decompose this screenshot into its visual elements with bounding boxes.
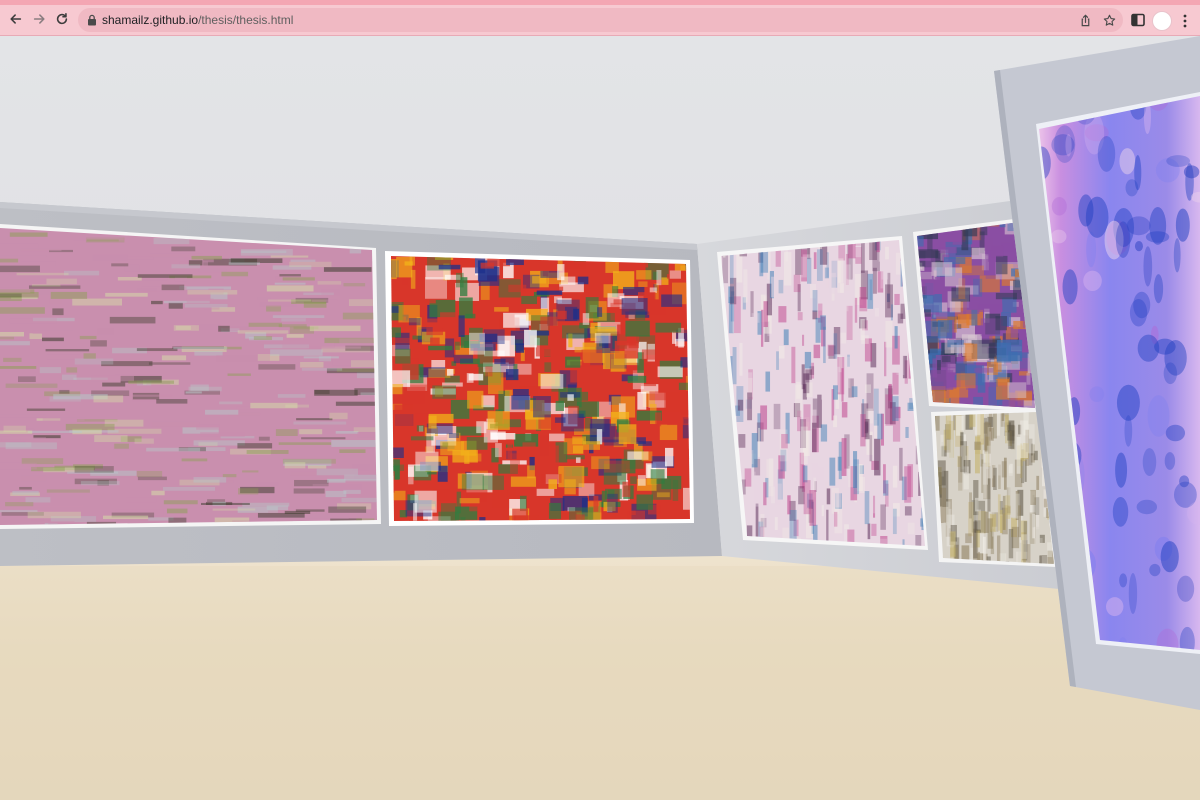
abstract-painting-multicolor-burst[interactable] [378, 248, 701, 534]
side-panel-icon[interactable] [1131, 13, 1145, 27]
abstract-painting-pink-green-horizontal[interactable] [0, 225, 402, 530]
gallery-3d-canvas[interactable] [0, 36, 1200, 800]
star-icon [1103, 14, 1115, 26]
url-host: shamailz.github.io [102, 13, 199, 27]
forward-button[interactable] [28, 8, 50, 30]
lock-icon[interactable] [87, 14, 97, 26]
share-button[interactable] [1077, 12, 1093, 28]
url-text[interactable]: shamailz.github.io/thesis/thesis.html [102, 13, 293, 27]
forward-icon [33, 14, 45, 24]
bookmark-button[interactable] [1101, 12, 1117, 28]
share-icon [1081, 13, 1089, 26]
back-button[interactable] [5, 8, 27, 30]
floor-mottle [0, 566, 1200, 800]
address-bar[interactable]: shamailz.github.io/thesis/thesis.html [78, 8, 1123, 32]
back-icon [10, 14, 22, 24]
browser-toolbar: shamailz.github.io/thesis/thesis.html [0, 5, 1200, 36]
url-path: /thesis/thesis.html [198, 13, 294, 27]
abstract-painting-pastel-vertical[interactable] [716, 219, 931, 564]
reload-button[interactable] [51, 8, 73, 30]
profile-avatar[interactable] [1152, 11, 1172, 31]
reload-icon [56, 12, 68, 25]
more-menu-icon[interactable] [1178, 13, 1192, 29]
